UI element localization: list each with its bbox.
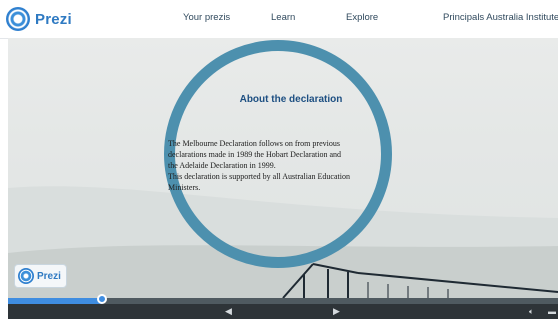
slide-text-line: Ministers. xyxy=(168,183,201,192)
arrow-right-icon[interactable]: ▶ xyxy=(333,306,340,317)
badge-label: Prezi xyxy=(37,270,61,282)
top-nav: Prezi Your prezis Learn Explore Principa… xyxy=(0,0,558,39)
logo-text: Prezi xyxy=(35,10,72,28)
nav-explore[interactable]: Explore xyxy=(346,12,378,23)
slide-text-line: The Melbourne Declaration follows on fro… xyxy=(168,139,340,148)
prezi-watermark-badge[interactable]: Prezi xyxy=(14,264,67,288)
slide-text-line: the Adelaide Declaration in 1999. xyxy=(168,161,276,170)
slide-text-line: This declaration is supported by all Aus… xyxy=(168,172,350,181)
prezi-logo-icon xyxy=(6,7,30,31)
prezi-logo-icon xyxy=(18,268,34,284)
progress-handle[interactable] xyxy=(97,294,107,304)
slide-title: About the declaration xyxy=(239,94,343,105)
volume-icon[interactable]: 🔈︎ xyxy=(529,306,534,317)
prezi-logo[interactable]: Prezi xyxy=(6,6,72,32)
player-controls: ◀ ▶ 🔈︎ ▬ xyxy=(8,304,558,319)
fullscreen-icon[interactable]: ▬ xyxy=(548,306,556,317)
arrow-left-icon[interactable]: ◀ xyxy=(225,306,232,317)
nav-learn[interactable]: Learn xyxy=(271,12,295,23)
user-name: Principals Australia Institute xyxy=(443,12,558,23)
slide-body-text: The Melbourne Declaration follows on fro… xyxy=(168,138,398,193)
user-menu[interactable]: Principals Australia Institute▼ xyxy=(443,12,558,23)
presentation-canvas[interactable]: About the declaration The Melbourne Decl… xyxy=(8,38,558,298)
slide-text-line: declarations made in 1989 the Hobart Dec… xyxy=(168,150,342,159)
nav-your-prezis[interactable]: Your prezis xyxy=(183,12,230,23)
